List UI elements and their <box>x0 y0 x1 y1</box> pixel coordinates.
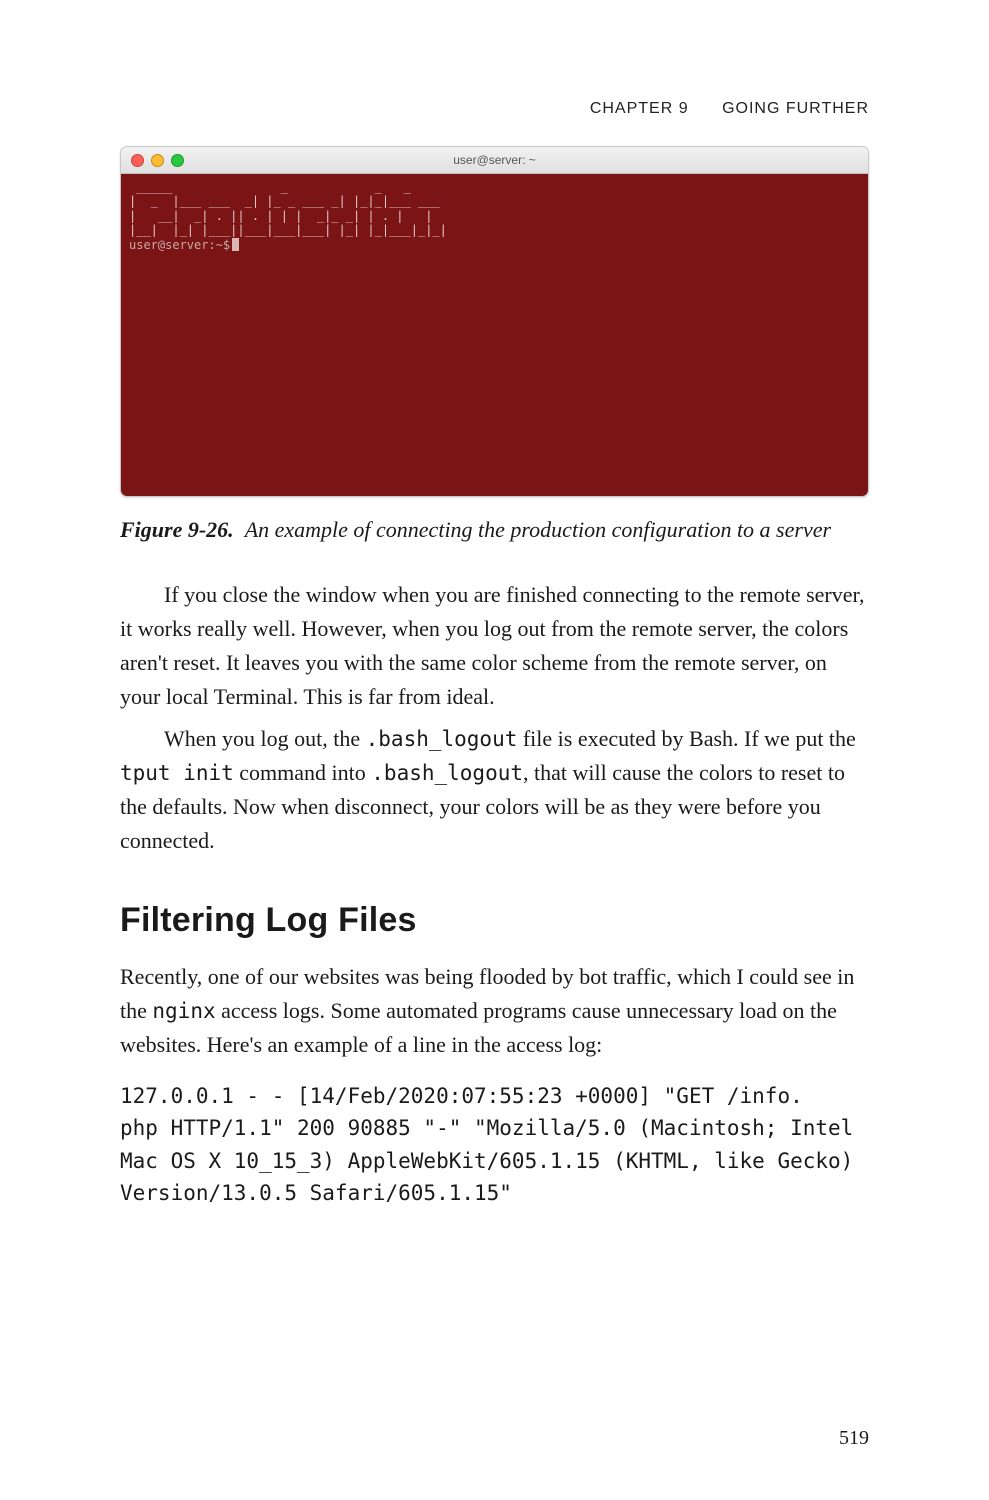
running-header: CHAPTER 9 GOING FURTHER <box>120 100 869 118</box>
section-heading: Filtering Log Files <box>120 901 869 940</box>
terminal-body: _____ _ _ _ | _ |___ ___ _| |_ _ ___ _| … <box>121 174 868 496</box>
figure-terminal: user@server: ~ _____ _ _ _ | _ |___ ___ … <box>120 146 869 497</box>
p3-text-b: access logs. Some automated programs cau… <box>120 998 837 1057</box>
p2-text-c: command into <box>234 760 371 785</box>
figure-label: Figure 9-26. <box>120 517 234 542</box>
body-text-2: Recently, one of our websites was being … <box>120 960 869 1062</box>
terminal-title: user@server: ~ <box>121 153 868 167</box>
terminal-titlebar: user@server: ~ <box>121 147 868 174</box>
code-bash-logout-2: .bash_logout <box>371 761 523 785</box>
figure-caption: Figure 9-26. An example of connecting th… <box>120 515 869 546</box>
access-log-code-block: 127.0.0.1 - - [14/Feb/2020:07:55:23 +000… <box>120 1080 869 1210</box>
terminal-window: user@server: ~ _____ _ _ _ | _ |___ ___ … <box>120 146 869 497</box>
terminal-banner: _____ _ _ _ | _ |___ ___ _| |_ _ ___ _| … <box>129 180 447 237</box>
code-nginx: nginx <box>152 999 215 1023</box>
paragraph-1: If you close the window when you are fin… <box>120 578 869 714</box>
terminal-cursor-icon <box>232 238 239 251</box>
chapter-number: CHAPTER 9 <box>590 100 689 117</box>
page-number: 519 <box>839 1427 869 1450</box>
p2-text-b: file is executed by Bash. If we put the <box>517 726 855 751</box>
paragraph-3: Recently, one of our websites was being … <box>120 960 869 1062</box>
terminal-prompt: user@server:~$ <box>129 238 230 252</box>
paragraph-2: When you log out, the .bash_logout file … <box>120 722 869 858</box>
code-tput-init: tput init <box>120 761 234 785</box>
figure-caption-text: An example of connecting the production … <box>245 517 831 542</box>
chapter-title: GOING FURTHER <box>722 100 869 117</box>
code-bash-logout-1: .bash_logout <box>366 727 518 751</box>
book-page: CHAPTER 9 GOING FURTHER user@server: ~ _… <box>0 0 989 1500</box>
body-text: If you close the window when you are fin… <box>120 578 869 859</box>
p2-text-a: When you log out, the <box>164 726 366 751</box>
